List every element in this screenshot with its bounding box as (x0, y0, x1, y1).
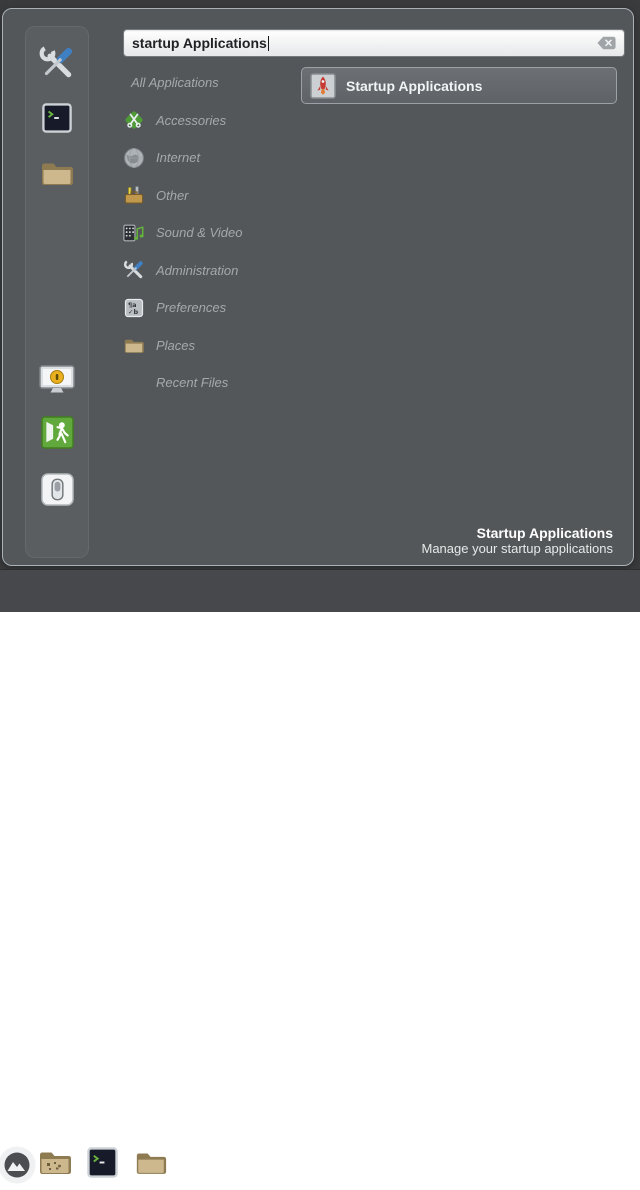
folder-icon (39, 158, 75, 188)
taskbar (0, 569, 640, 612)
svg-text:✓b: ✓b (128, 308, 138, 316)
file-manager-button[interactable] (26, 158, 88, 188)
favorites-panel (25, 26, 89, 558)
menu-button[interactable] (0, 1145, 37, 1190)
toolbox-icon (123, 184, 145, 206)
preferences-icon: ¶a✓b (123, 297, 145, 319)
category-all-applications[interactable]: All Applications (123, 64, 313, 102)
category-other[interactable]: Other (123, 177, 313, 215)
category-places[interactable]: Places (123, 327, 313, 365)
documents-folder-icon (37, 1164, 73, 1181)
result-label: Startup Applications (346, 78, 482, 94)
lock-screen-icon (38, 364, 76, 396)
category-label: All Applications (131, 75, 219, 90)
category-label: Other (156, 188, 189, 203)
startup-applications-icon (310, 73, 336, 99)
selection-subtitle: Manage your startup applications (421, 541, 613, 557)
shutdown-icon (41, 473, 74, 506)
sound-video-icon (123, 222, 145, 244)
logout-icon (41, 416, 74, 449)
terminal-icon (42, 103, 72, 133)
category-sound-video[interactable]: Sound & Video (123, 214, 313, 252)
terminal-button[interactable] (26, 103, 88, 133)
category-label: Administration (156, 263, 238, 278)
tools-icon (38, 44, 76, 82)
administration-tools-icon (123, 259, 145, 281)
clear-search-icon[interactable] (596, 35, 617, 51)
category-internet[interactable]: Internet (123, 139, 313, 177)
menu-logo-icon (0, 1172, 37, 1189)
terminal-icon (87, 1165, 118, 1182)
terminal-launcher[interactable] (87, 1147, 118, 1183)
system-tools-button[interactable] (26, 44, 88, 82)
lock-screen-button[interactable] (26, 364, 88, 396)
accessories-icon (123, 109, 145, 131)
category-label: Sound & Video (156, 225, 243, 240)
search-text: startup Applications (132, 35, 267, 51)
category-preferences[interactable]: ¶a✓b Preferences (123, 289, 313, 327)
search-result-startup-applications[interactable]: Startup Applications (301, 67, 617, 104)
internet-globe-icon (123, 147, 145, 169)
text-cursor (268, 36, 270, 51)
selection-info: Startup Applications Manage your startup… (421, 525, 613, 557)
category-label: Internet (156, 150, 200, 165)
application-menu: startup Applications All Applications (2, 8, 634, 566)
folder-icon (134, 1164, 168, 1181)
category-recent-files[interactable]: Recent Files (123, 364, 313, 402)
category-administration[interactable]: Administration (123, 252, 313, 290)
category-label: Preferences (156, 300, 226, 315)
desktop: startup Applications All Applications (0, 0, 640, 612)
file-manager-launcher[interactable] (37, 1147, 73, 1182)
category-accessories[interactable]: Accessories (123, 102, 313, 140)
category-label: Recent Files (156, 375, 228, 390)
selection-title: Startup Applications (421, 525, 613, 541)
category-label: Places (156, 338, 195, 353)
shutdown-button[interactable] (26, 473, 88, 506)
category-list: All Applications Accessories (123, 64, 313, 402)
places-folder-icon (123, 334, 145, 356)
files-launcher[interactable] (134, 1148, 168, 1182)
search-input[interactable]: startup Applications (123, 29, 625, 57)
category-label: Accessories (156, 113, 226, 128)
logout-button[interactable] (26, 416, 88, 449)
